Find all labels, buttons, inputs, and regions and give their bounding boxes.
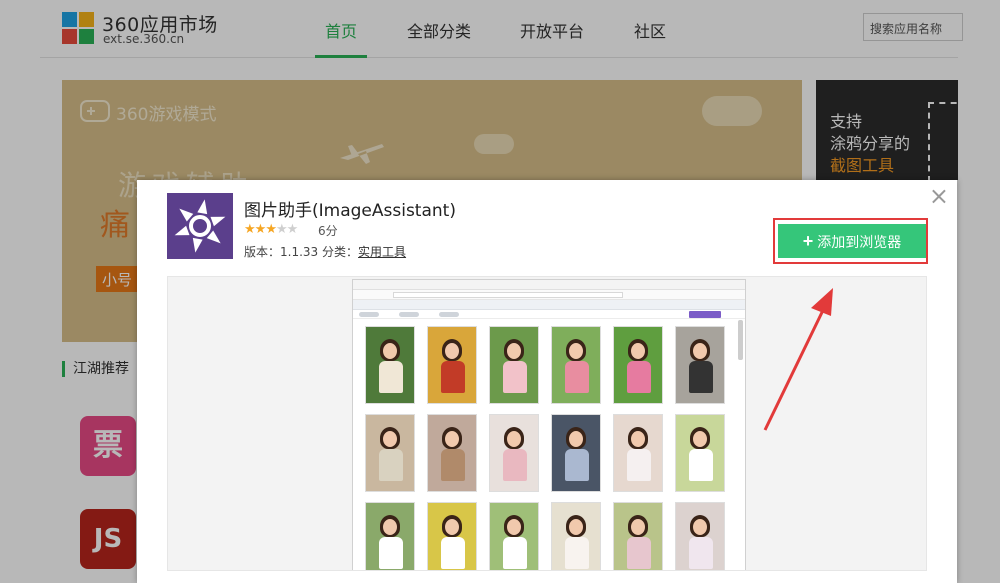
add-button-label: 添加到浏览器	[817, 234, 902, 250]
preview-thumbnail	[489, 414, 539, 492]
preview-thumbnail	[489, 326, 539, 404]
preview-thumbnail	[427, 326, 477, 404]
star-empty-icon: ★	[275, 222, 288, 237]
preview-thumbnail	[675, 326, 725, 404]
preview-thumbnail	[551, 502, 601, 570]
preview-toolbar	[353, 310, 745, 319]
plus-icon: +	[802, 231, 814, 251]
star-icon: ★	[254, 222, 267, 237]
close-icon[interactable]: ×	[929, 184, 949, 208]
rating-score: 6分	[318, 224, 338, 238]
category-link[interactable]: 实用工具	[358, 245, 406, 259]
preview-thumbnail	[365, 502, 415, 570]
preview-thumbnail	[613, 414, 663, 492]
version-prefix: 版本：	[244, 245, 281, 259]
app-name: 图片助手(ImageAssistant)	[244, 201, 456, 221]
preview-bubble	[399, 312, 419, 317]
app-meta: 版本：1.1.33 分类：实用工具	[244, 243, 406, 260]
preview-thumbnail	[613, 502, 663, 570]
preview-bubble	[359, 312, 379, 317]
preview-browser-screenshot	[352, 279, 746, 570]
preview-address-field	[393, 292, 623, 298]
preview-thumbnail	[489, 502, 539, 570]
star-empty-icon: ★	[286, 222, 299, 237]
preview-thumbnail	[427, 502, 477, 570]
image-assistant-app-icon	[167, 193, 233, 259]
preview-scrollbar	[738, 320, 743, 360]
version-value: 1.1.33	[280, 245, 319, 259]
preview-thumbnail	[365, 326, 415, 404]
red-arrow-annotation	[763, 288, 833, 431]
preview-thumbnail	[551, 326, 601, 404]
preview-thumbnail	[551, 414, 601, 492]
preview-titlebar	[353, 280, 745, 290]
preview-tabstrip	[353, 300, 745, 310]
preview-thumbnail	[427, 414, 477, 492]
preview-thumbnail	[365, 414, 415, 492]
preview-bubble	[439, 312, 459, 317]
preview-addressbar	[353, 290, 745, 300]
preview-purple-button	[689, 311, 721, 318]
add-to-browser-button[interactable]: + 添加到浏览器	[778, 224, 926, 258]
rating-stars: ★★★★★	[244, 222, 299, 237]
preview-thumbnail	[675, 414, 725, 492]
star-icon: ★	[244, 222, 256, 237]
star-icon: ★	[265, 222, 277, 237]
preview-thumbnail	[613, 326, 663, 404]
preview-thumbnail	[675, 502, 725, 570]
category-prefix: 分类：	[322, 245, 359, 259]
screen: 360应用市场 ext.se.360.cn 首页 全部分类 开放平台 社区 搜索…	[0, 0, 1000, 583]
